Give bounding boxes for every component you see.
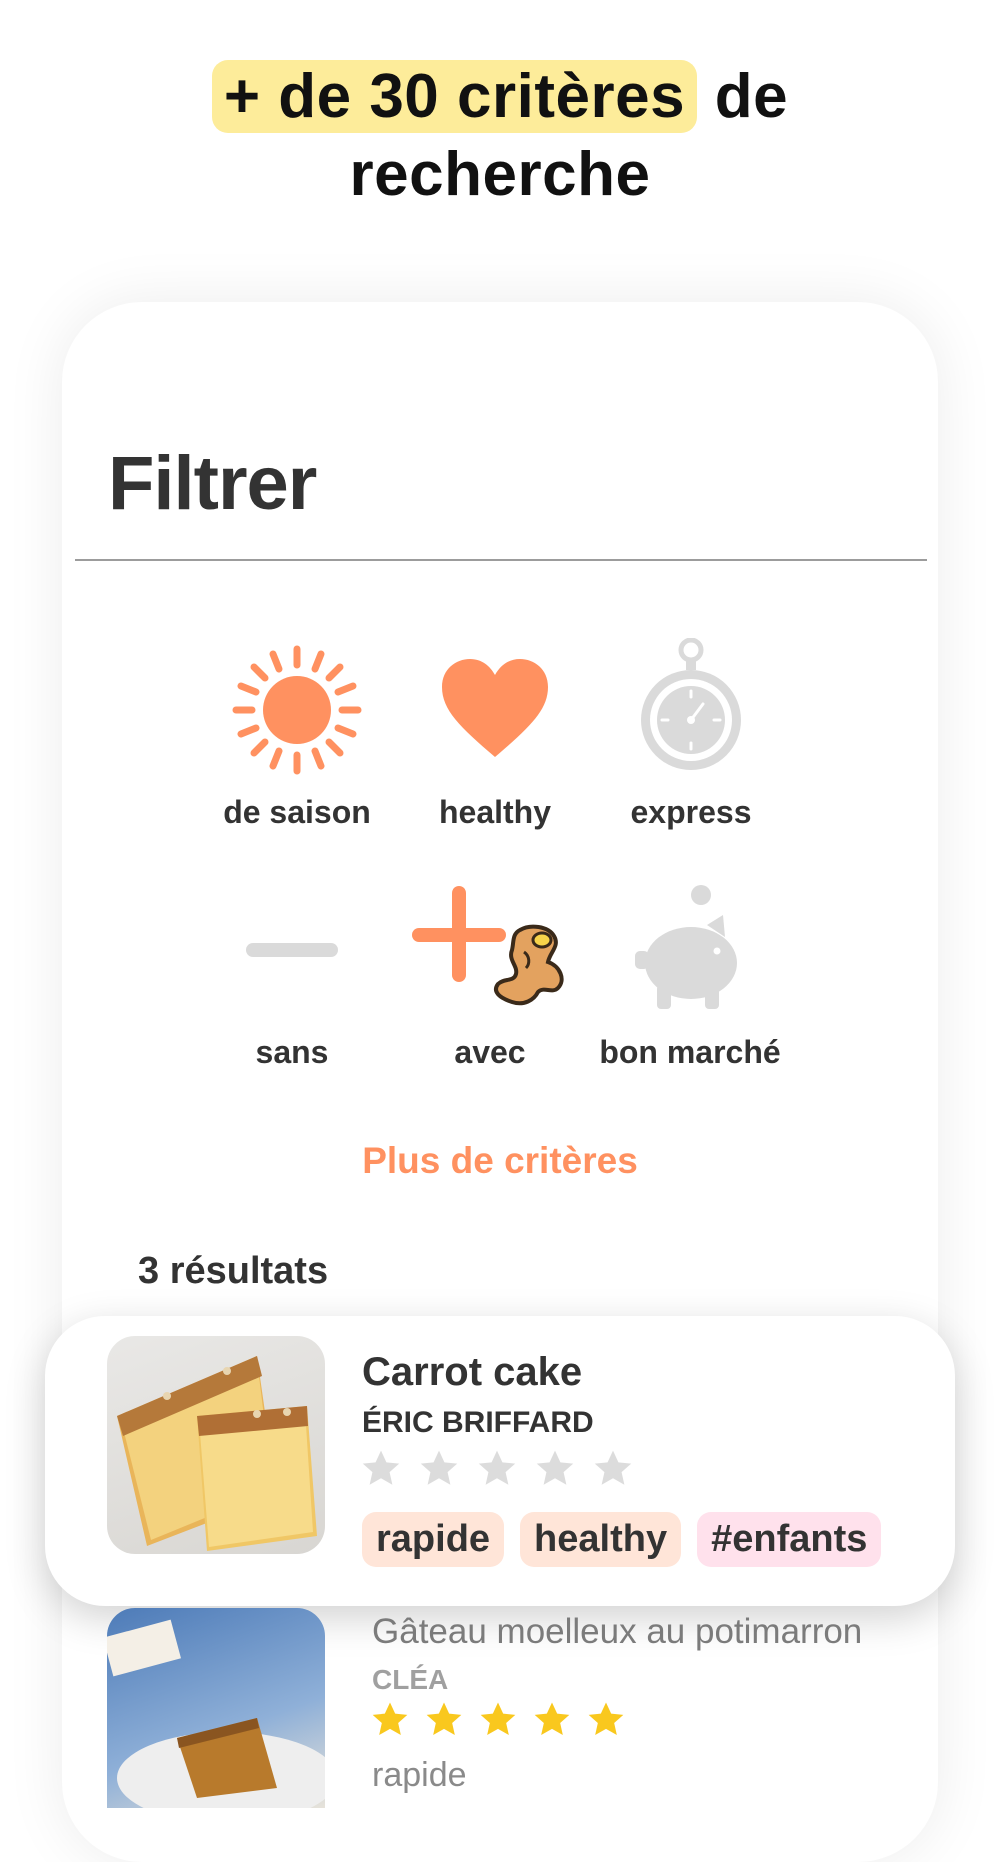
tag-enfants[interactable]: #enfants: [697, 1512, 882, 1567]
page-title: Filtrer: [108, 441, 317, 526]
recipe-title[interactable]: Carrot cake: [362, 1350, 582, 1395]
tag-healthy[interactable]: healthy: [520, 1512, 682, 1567]
sun-icon: [197, 640, 397, 780]
recipe-thumbnail: [107, 1608, 325, 1808]
stopwatch-icon: [591, 632, 791, 780]
ginger-icon: [493, 924, 564, 1006]
filter-label: sans: [255, 1034, 329, 1070]
star-icon: [534, 1702, 570, 1735]
headline-highlight: + de 30 critères: [211, 60, 698, 133]
star-icon: [594, 1450, 632, 1485]
recipe-author: ÉRIC BRIFFARD: [362, 1406, 594, 1439]
recipe-thumbnail: [107, 1336, 325, 1554]
star-icon: [372, 1702, 408, 1735]
filter-express[interactable]: express: [591, 632, 791, 831]
filter-label: express: [630, 794, 752, 830]
star-icon: [420, 1450, 458, 1485]
star-icon: [588, 1702, 624, 1735]
star-icon: [426, 1702, 462, 1735]
filter-label: de saison: [223, 794, 371, 830]
title-divider: [75, 559, 927, 561]
filter-sans[interactable]: sans: [192, 880, 392, 1071]
filter-avec[interactable]: avec: [390, 880, 590, 1071]
filter-label: bon marché: [599, 1034, 781, 1070]
filter-label: healthy: [438, 794, 552, 830]
recipe-title[interactable]: Gâteau moelleux au potimarron: [372, 1612, 862, 1652]
heart-icon: [395, 640, 595, 780]
filter-healthy[interactable]: healthy: [395, 640, 595, 831]
tag-list: rapide healthy #enfants: [362, 1512, 882, 1567]
headline-line2: recherche: [349, 140, 651, 209]
star-icon: [536, 1450, 574, 1485]
filter-label: avec: [454, 1034, 526, 1070]
filter-bon-marche[interactable]: bon marché: [590, 880, 790, 1071]
minus-icon: [192, 880, 392, 1020]
marketing-headline: + de 30 critères de recherche: [0, 58, 1000, 214]
star-icon: [478, 1450, 516, 1485]
tag-rapide[interactable]: rapide: [372, 1756, 467, 1795]
results-count: 3 résultats: [138, 1250, 329, 1292]
star-icon: [480, 1702, 516, 1735]
piggy-bank-icon: [590, 880, 790, 1020]
star-icon: [362, 1450, 400, 1485]
rating-stars: [370, 1700, 626, 1740]
tag-rapide[interactable]: rapide: [362, 1512, 505, 1567]
headline-rest: de: [697, 62, 789, 131]
rating-stars: [360, 1448, 634, 1490]
filter-de-saison[interactable]: de saison: [197, 640, 397, 831]
more-criteria-link[interactable]: Plus de critères: [0, 1140, 1000, 1182]
recipe-author: CLÉA: [372, 1664, 449, 1695]
